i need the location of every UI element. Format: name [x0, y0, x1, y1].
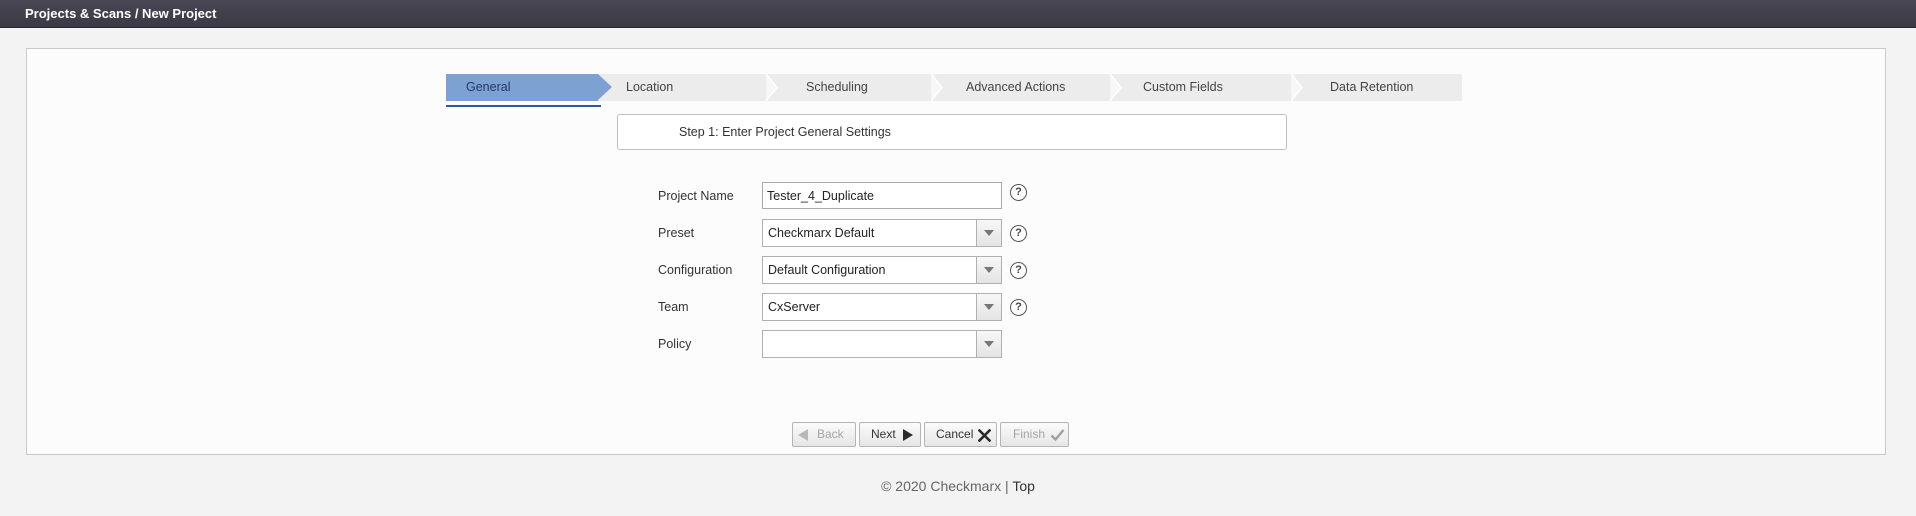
- team-value: CxServer: [768, 300, 821, 314]
- configuration-label: Configuration: [658, 263, 733, 277]
- tab-advanced-actions[interactable]: Advanced Actions: [946, 74, 1126, 101]
- project-name-input[interactable]: [762, 182, 1002, 209]
- next-label: Next: [871, 427, 896, 441]
- configuration-value: Default Configuration: [768, 263, 886, 277]
- tab-label: General: [466, 80, 511, 94]
- step-separator: [930, 74, 943, 101]
- tab-custom-fields[interactable]: Custom Fields: [1126, 74, 1304, 101]
- preset-label: Preset: [658, 226, 695, 240]
- copyright-text: © 2020 Checkmarx: [881, 478, 1002, 494]
- arrow-left-icon: [798, 429, 808, 441]
- tab-scheduling[interactable]: Scheduling: [780, 74, 948, 101]
- back-label: Back: [817, 427, 844, 441]
- project-name-label: Project Name: [658, 189, 734, 203]
- tab-label: Custom Fields: [1143, 80, 1223, 94]
- breadcrumb: Projects & Scans / New Project: [25, 6, 217, 21]
- chevron-down-icon[interactable]: [976, 294, 1001, 320]
- wizard-steps: General Location Scheduling Advanced Act…: [446, 74, 1462, 101]
- tab-label: Scheduling: [806, 80, 868, 94]
- close-icon: [978, 429, 991, 442]
- cancel-label: Cancel: [936, 427, 974, 441]
- footer-separator: |: [1005, 478, 1009, 494]
- policy-label: Policy: [658, 337, 692, 351]
- active-step-underline: [446, 105, 601, 107]
- step-title-box: Step 1: Enter Project General Settings: [617, 114, 1287, 150]
- back-button[interactable]: Back: [792, 422, 856, 447]
- wizard-panel: General Location Scheduling Advanced Act…: [26, 48, 1886, 455]
- configuration-help-icon[interactable]: ?: [1010, 262, 1027, 279]
- team-label: Team: [658, 300, 689, 314]
- chevron-down-icon[interactable]: [976, 257, 1001, 283]
- step-separator: [1109, 74, 1122, 101]
- top-bar: Projects & Scans / New Project: [0, 0, 1916, 28]
- configuration-select[interactable]: Default Configuration: [762, 256, 1002, 284]
- finish-label: Finish: [1013, 427, 1046, 441]
- check-icon: [1050, 429, 1065, 442]
- step-separator: [765, 74, 778, 101]
- next-button[interactable]: Next: [859, 422, 921, 447]
- active-step-arrow: [598, 74, 612, 100]
- chevron-down-icon[interactable]: [976, 220, 1001, 246]
- policy-select[interactable]: [762, 330, 1002, 358]
- step-separator: [1290, 74, 1303, 101]
- top-link[interactable]: Top: [1012, 478, 1035, 494]
- finish-button[interactable]: Finish: [1000, 422, 1069, 447]
- preset-select[interactable]: Checkmarx Default: [762, 219, 1002, 247]
- arrow-right-icon: [903, 429, 913, 441]
- tab-data-retention[interactable]: Data Retention: [1304, 74, 1462, 101]
- tab-general[interactable]: General: [446, 74, 598, 101]
- team-help-icon[interactable]: ?: [1010, 299, 1027, 316]
- project-name-help-icon[interactable]: ?: [1010, 184, 1027, 201]
- tab-label: Advanced Actions: [966, 80, 1066, 94]
- footer: © 2020 Checkmarx | Top: [0, 478, 1916, 494]
- cancel-button[interactable]: Cancel: [924, 422, 997, 447]
- preset-value: Checkmarx Default: [768, 226, 875, 240]
- step-title: Step 1: Enter Project General Settings: [679, 125, 891, 139]
- preset-help-icon[interactable]: ?: [1010, 225, 1027, 242]
- tab-location[interactable]: Location: [616, 74, 766, 101]
- tab-label: Location: [626, 80, 674, 94]
- chevron-down-icon[interactable]: [976, 331, 1001, 357]
- team-select[interactable]: CxServer: [762, 293, 1002, 321]
- tab-label: Data Retention: [1330, 80, 1414, 94]
